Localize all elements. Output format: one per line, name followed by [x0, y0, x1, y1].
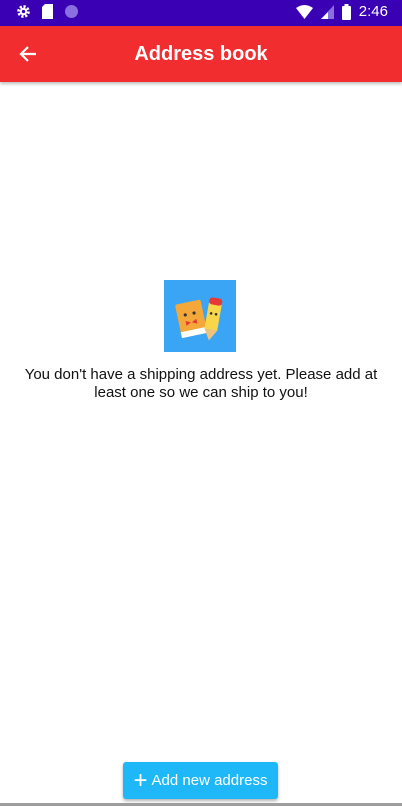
add-new-address-button[interactable]: + Add new address: [123, 762, 278, 799]
sd-card-icon: [42, 4, 53, 19]
empty-state-message: You don't have a shipping address yet. P…: [24, 366, 378, 401]
signal-icon: [320, 4, 334, 19]
battery-icon: [341, 3, 351, 20]
add-new-address-label: Add new address: [151, 772, 268, 789]
circle-icon: [65, 5, 78, 18]
status-time: 2:46: [358, 3, 388, 20]
status-bar: 2:46: [0, 0, 402, 26]
page-title: Address book: [134, 43, 268, 65]
app-bar: Address book: [0, 26, 402, 82]
gear-icon: [17, 5, 30, 18]
empty-state-illustration: [164, 280, 236, 352]
plus-icon: +: [133, 766, 148, 794]
wifi-icon: [295, 4, 313, 19]
